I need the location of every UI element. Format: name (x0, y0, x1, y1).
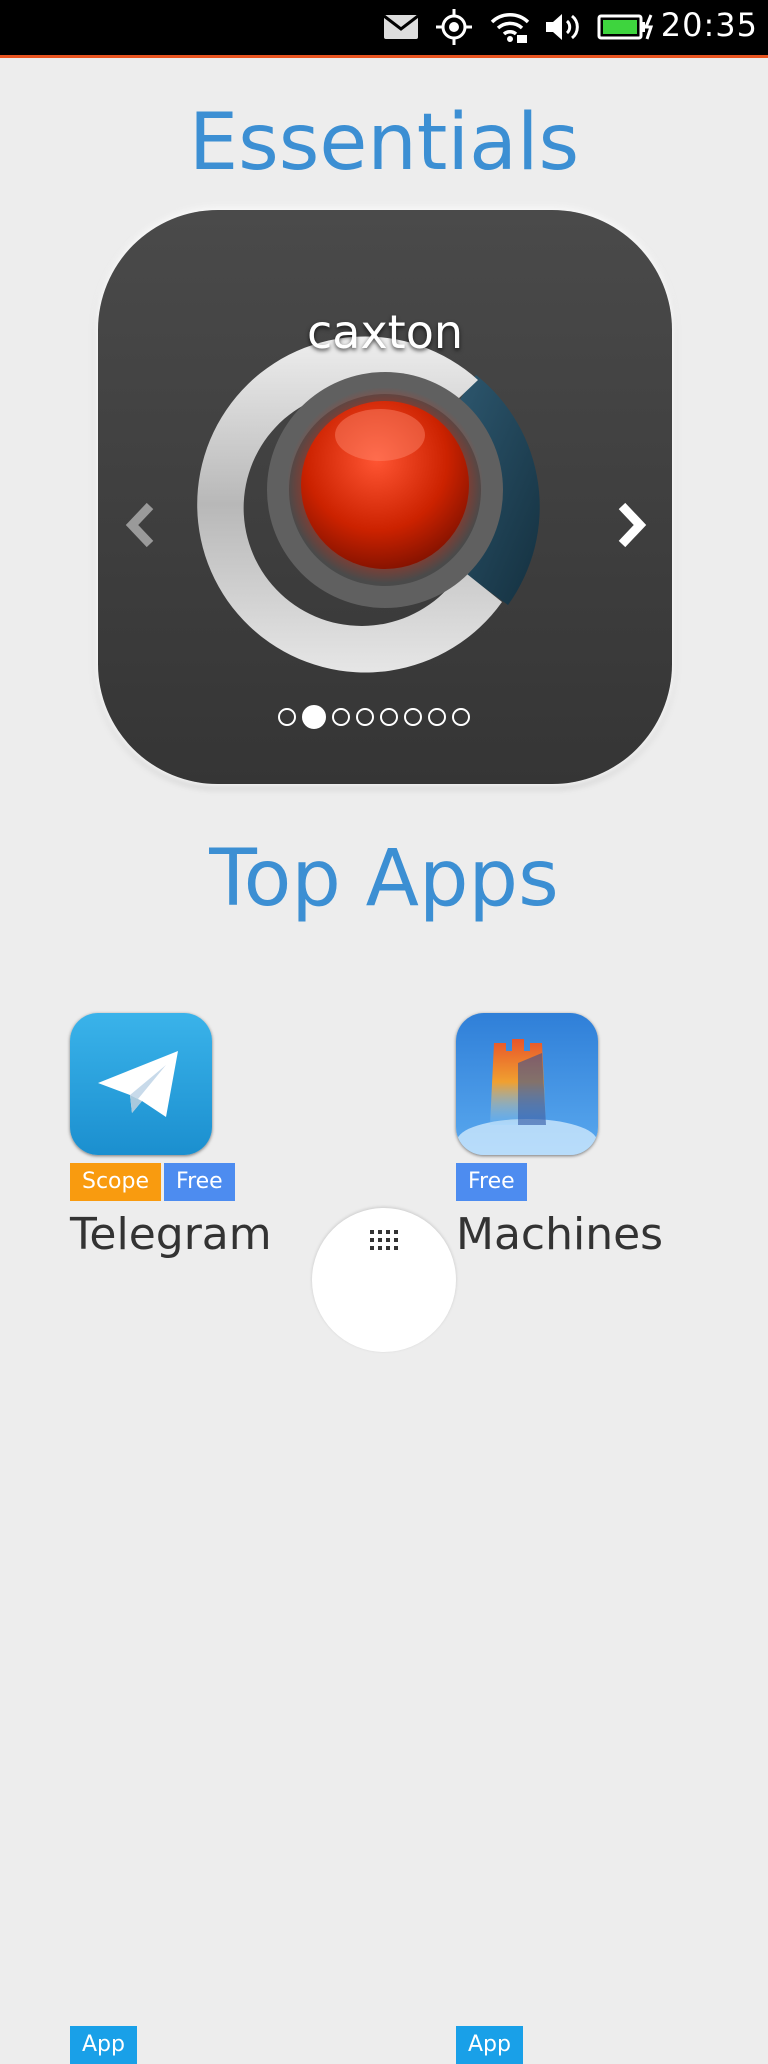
chevron-left-icon (125, 502, 154, 548)
page-dot[interactable] (356, 708, 374, 726)
carousel-prev-button[interactable] (118, 500, 162, 550)
grid-icon (370, 1230, 398, 1250)
status-bar-accent-line (0, 55, 768, 58)
mail-icon (382, 10, 420, 44)
app-tags: Scope App Free (70, 1163, 272, 2064)
top-apps-title: Top Apps (209, 834, 559, 924)
app-name: Machines (456, 1209, 664, 1260)
chevron-right-icon (618, 502, 647, 548)
page-dot[interactable] (428, 708, 446, 726)
volume-icon (544, 10, 580, 44)
carousel-next-button[interactable] (610, 500, 654, 550)
app-grid-button[interactable] (312, 1208, 456, 1352)
carousel-page-indicator (278, 705, 470, 729)
clock: 20:35 (660, 6, 758, 44)
page-dot[interactable] (278, 708, 296, 726)
telegram-icon[interactable] (70, 1013, 212, 1155)
free-tag: Free (164, 1163, 235, 1201)
page-dot[interactable] (404, 708, 422, 726)
page-dot[interactable] (332, 708, 350, 726)
machines-icon[interactable] (456, 1013, 598, 1155)
page-dot[interactable] (452, 708, 470, 726)
app-tag: App (70, 2026, 137, 2064)
battery-charging-icon (597, 10, 655, 44)
free-tag: Free (456, 1163, 527, 1201)
location-icon (436, 9, 472, 45)
caxton-app-logo[interactable] (98, 210, 672, 784)
app-tile-telegram[interactable]: Scope App Free Telegram (70, 1013, 272, 2064)
carousel-app-name: caxton (306, 305, 464, 359)
app-tags: App Free (456, 1163, 663, 2064)
app-tile-machines[interactable]: App Free Machines (456, 1013, 664, 2064)
essentials-carousel[interactable]: caxton (98, 210, 672, 784)
app-name: Telegram (70, 1209, 272, 1260)
page-dot-active[interactable] (302, 705, 326, 729)
page-dot[interactable] (380, 708, 398, 726)
wifi-icon (490, 10, 530, 44)
scope-tag: Scope (70, 1163, 162, 1201)
app-tag: App (456, 2026, 523, 2064)
status-bar: 20:35 (0, 0, 768, 58)
essentials-title: Essentials (188, 98, 580, 188)
